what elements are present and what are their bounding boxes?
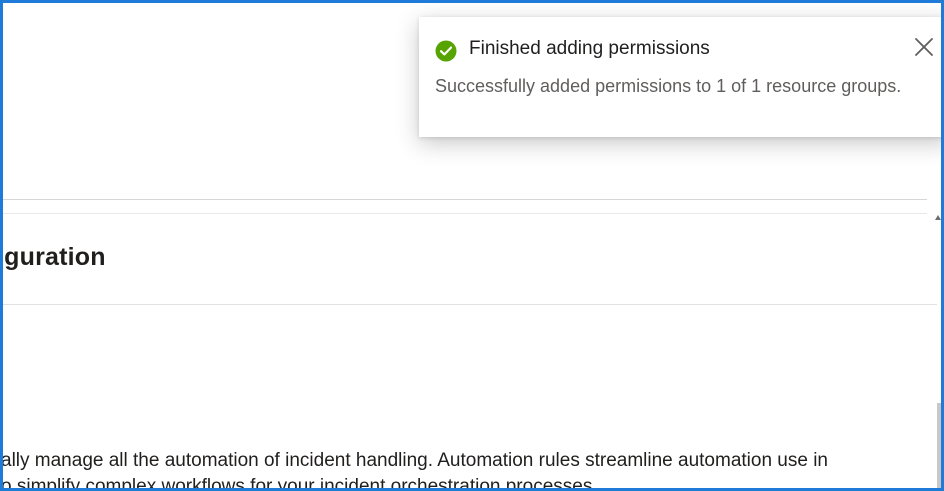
scroll-up-arrow-icon[interactable] (935, 215, 941, 220)
description-line: ally manage all the automation of incide… (1, 450, 829, 471)
notification-toast: Finished adding permissions Successfully… (419, 17, 941, 137)
success-check-icon (435, 40, 457, 62)
description-line: o simplify complex workflows for your in… (1, 476, 598, 491)
scrollbar-thumb[interactable] (937, 403, 941, 488)
divider (3, 304, 939, 305)
notification-title: Finished adding permissions (469, 38, 710, 59)
section-description: ally manage all the automation of incide… (1, 448, 941, 491)
divider (3, 199, 927, 200)
app-frame: iguration ally manage all the automation… (0, 0, 944, 491)
close-icon[interactable] (913, 36, 935, 58)
notification-message: Successfully added permissions to 1 of 1… (435, 76, 902, 96)
divider (3, 213, 927, 214)
section-heading: iguration (0, 243, 106, 271)
